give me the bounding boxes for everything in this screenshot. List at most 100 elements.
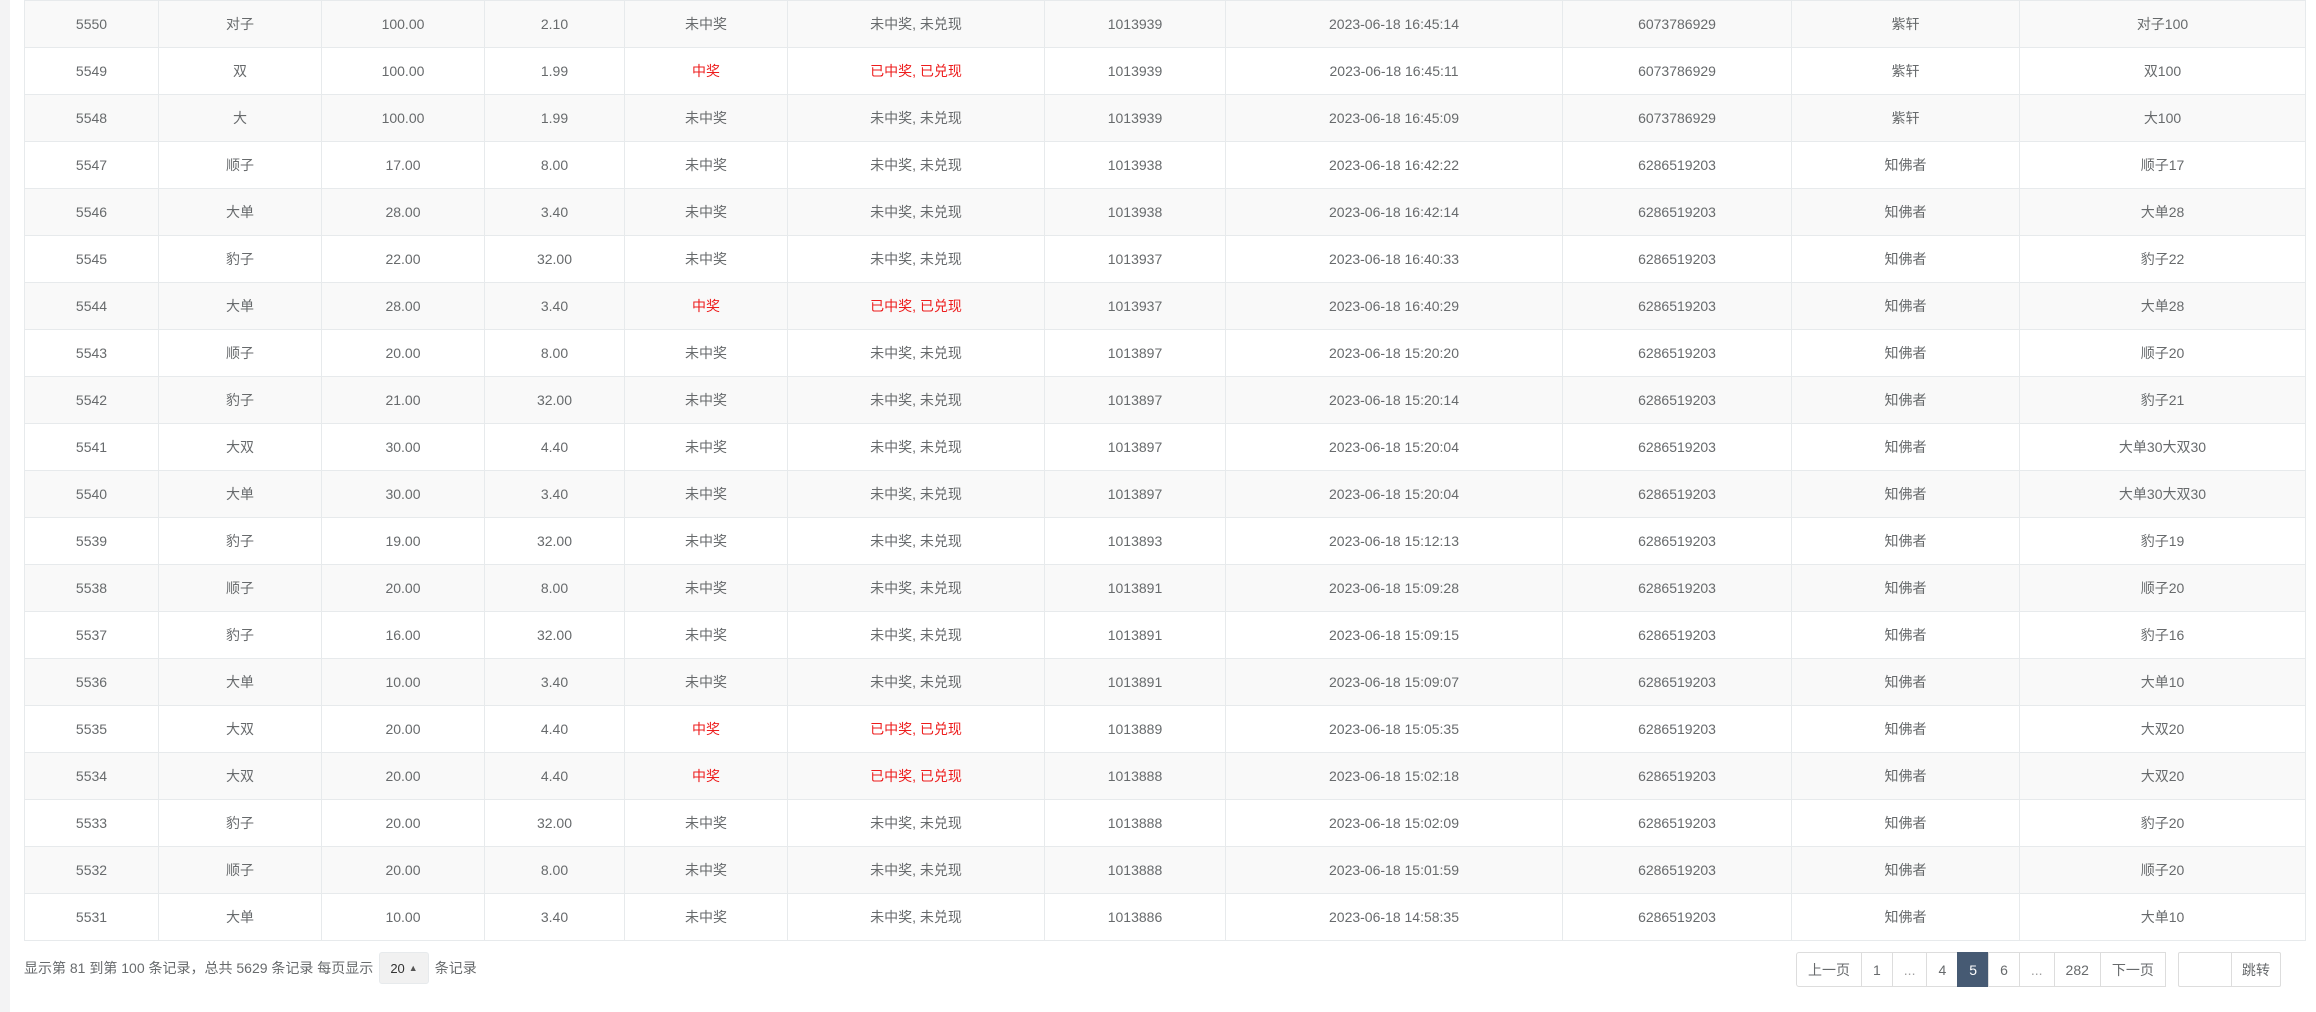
cell-user-id: 6286519203: [1562, 376, 1792, 424]
cell-type: 顺子: [158, 329, 322, 377]
cell-amount: 100.00: [321, 0, 485, 48]
cell-amount: 10.00: [321, 658, 485, 706]
cell-odds: 8.00: [484, 846, 625, 894]
cell-username: 知佛者: [1791, 705, 2020, 753]
page-size-value: 20: [390, 960, 405, 976]
cell-time: 2023-06-18 16:45:09: [1225, 94, 1563, 142]
cell-type: 豹子: [158, 611, 322, 659]
cell-period: 1013891: [1044, 658, 1226, 706]
cell-username: 紫轩: [1791, 0, 2020, 48]
cell-status: 未中奖, 未兑现: [787, 846, 1045, 894]
cell-type: 大双: [158, 705, 322, 753]
cell-type: 豹子: [158, 799, 322, 847]
cell-username: 知佛者: [1791, 564, 2020, 612]
cell-type: 对子: [158, 0, 322, 48]
cell-time: 2023-06-18 15:20:20: [1225, 329, 1563, 377]
page-button-1[interactable]: 1: [1861, 952, 1893, 987]
cell-result: 未中奖: [624, 0, 788, 48]
cell-id: 5546: [24, 188, 159, 236]
cell-odds: 3.40: [484, 658, 625, 706]
page-size-select[interactable]: 20 ▲: [379, 952, 429, 984]
cell-username: 知佛者: [1791, 517, 2020, 565]
cell-content: 大单10: [2019, 658, 2306, 706]
cell-result: 未中奖: [624, 611, 788, 659]
cell-amount: 21.00: [321, 376, 485, 424]
cell-id: 5548: [24, 94, 159, 142]
cell-odds: 32.00: [484, 517, 625, 565]
next-page-button[interactable]: 下一页: [2099, 952, 2166, 987]
cell-id: 5531: [24, 893, 159, 941]
cell-odds: 32.00: [484, 376, 625, 424]
cell-type: 豹子: [158, 235, 322, 283]
cell-username: 知佛者: [1791, 188, 2020, 236]
cell-amount: 20.00: [321, 329, 485, 377]
cell-user-id: 6286519203: [1562, 564, 1792, 612]
cell-type: 大单: [158, 470, 322, 518]
cell-type: 大单: [158, 282, 322, 330]
cell-period: 1013939: [1044, 0, 1226, 48]
cell-period: 1013893: [1044, 517, 1226, 565]
cell-odds: 4.40: [484, 423, 625, 471]
cell-type: 大单: [158, 188, 322, 236]
cell-time: 2023-06-18 16:45:11: [1225, 47, 1563, 95]
cell-username: 知佛者: [1791, 376, 2020, 424]
cell-content: 豹子22: [2019, 235, 2306, 283]
cell-id: 5549: [24, 47, 159, 95]
cell-status: 未中奖, 未兑现: [787, 517, 1045, 565]
cell-username: 知佛者: [1791, 893, 2020, 941]
page-button-282[interactable]: 282: [2053, 952, 2101, 987]
cell-content: 双100: [2019, 47, 2306, 95]
cell-content: 大单30大双30: [2019, 423, 2306, 471]
cell-time: 2023-06-18 15:12:13: [1225, 517, 1563, 565]
cell-username: 紫轩: [1791, 47, 2020, 95]
cell-user-id: 6073786929: [1562, 0, 1792, 48]
table-row: 5541 大双 30.00 4.40 未中奖 未中奖, 未兑现 1013897 2023-06…: [24, 423, 2306, 471]
cell-time: 2023-06-18 15:01:59: [1225, 846, 1563, 894]
cell-user-id: 6286519203: [1562, 282, 1792, 330]
jump-button[interactable]: 跳转: [2230, 952, 2281, 987]
prev-page-button[interactable]: 上一页: [1796, 952, 1862, 987]
cell-status: 已中奖, 已兑现: [787, 282, 1045, 330]
cell-period: 1013897: [1044, 376, 1226, 424]
page-button-4[interactable]: 4: [1926, 952, 1959, 987]
cell-content: 大双20: [2019, 705, 2306, 753]
cell-result: 未中奖: [624, 517, 788, 565]
cell-result: 未中奖: [624, 799, 788, 847]
cell-time: 2023-06-18 15:20:04: [1225, 423, 1563, 471]
cell-amount: 20.00: [321, 705, 485, 753]
cell-amount: 20.00: [321, 564, 485, 612]
cell-odds: 3.40: [484, 470, 625, 518]
cell-content: 豹子20: [2019, 799, 2306, 847]
cell-result: 未中奖: [624, 846, 788, 894]
table-row: 5532 顺子 20.00 8.00 未中奖 未中奖, 未兑现 1013888 2023-06…: [24, 846, 2306, 894]
cell-username: 知佛者: [1791, 799, 2020, 847]
cell-time: 2023-06-18 16:40:29: [1225, 282, 1563, 330]
page-button-6[interactable]: 6: [1988, 952, 2020, 987]
cell-time: 2023-06-18 16:42:14: [1225, 188, 1563, 236]
cell-period: 1013897: [1044, 470, 1226, 518]
cell-result: 未中奖: [624, 376, 788, 424]
cell-content: 大单30大双30: [2019, 470, 2306, 518]
cell-status: 未中奖, 未兑现: [787, 611, 1045, 659]
cell-amount: 28.00: [321, 282, 485, 330]
bet-records-table: 5550 对子 100.00 2.10 未中奖 未中奖, 未兑现 1013939 2023-0…: [24, 0, 2306, 941]
cell-period: 1013886: [1044, 893, 1226, 941]
jump-page-input[interactable]: [2177, 952, 2232, 987]
cell-username: 知佛者: [1791, 423, 2020, 471]
cell-user-id: 6286519203: [1562, 846, 1792, 894]
table-row: 5539 豹子 19.00 32.00 未中奖 未中奖, 未兑现 1013893 2023-0…: [24, 517, 2306, 565]
cell-time: 2023-06-18 15:20:14: [1225, 376, 1563, 424]
cell-time: 2023-06-18 16:45:14: [1225, 0, 1563, 48]
cell-content: 豹子21: [2019, 376, 2306, 424]
cell-time: 2023-06-18 16:42:22: [1225, 141, 1563, 189]
cell-content: 顺子20: [2019, 329, 2306, 377]
table-row: 5549 双 100.00 1.99 中奖 已中奖, 已兑现 1013939 2023-06-…: [24, 47, 2306, 95]
table-row: 5536 大单 10.00 3.40 未中奖 未中奖, 未兑现 1013891 2023-06…: [24, 658, 2306, 706]
cell-content: 顺子17: [2019, 141, 2306, 189]
cell-amount: 20.00: [321, 752, 485, 800]
cell-period: 1013888: [1044, 752, 1226, 800]
cell-odds: 4.40: [484, 705, 625, 753]
page-button-5[interactable]: 5: [1957, 952, 1990, 987]
cell-period: 1013897: [1044, 423, 1226, 471]
cell-time: 2023-06-18 15:02:18: [1225, 752, 1563, 800]
